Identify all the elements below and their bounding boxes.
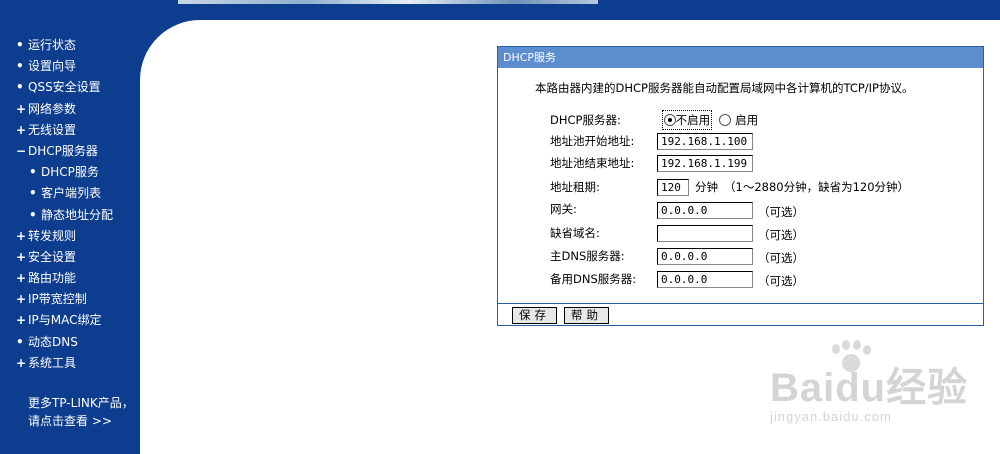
sidebar-item-label: 客户端列表 xyxy=(41,186,102,201)
option-disable[interactable]: 不启用 xyxy=(661,110,713,130)
sidebar-item-label: 转发规则 xyxy=(28,228,77,243)
banner-image xyxy=(178,0,598,4)
help-button[interactable]: 帮助 xyxy=(564,307,609,324)
end-address-row: 地址池结束地址: xyxy=(550,154,658,172)
sidebar-item-marker: + xyxy=(16,101,27,116)
sidebar-item-label: 运行状态 xyxy=(28,38,77,52)
watermark-brand: Baidu经验 xyxy=(770,366,969,410)
sidebar-item-marker: • xyxy=(29,165,37,180)
sidebar-item-marker: + xyxy=(16,355,27,370)
sidebar-item[interactable]: − DHCP服务器 xyxy=(16,141,113,162)
sidebar-item-label: 安全设置 xyxy=(28,249,77,264)
sidebar-item-marker: • xyxy=(16,38,24,52)
dns1-row: 主DNS服务器: xyxy=(550,247,658,265)
sidebar-item-marker: + xyxy=(16,313,27,328)
dns1-input[interactable]: 0.0.0.0 xyxy=(657,248,753,265)
save-button[interactable]: 保存 xyxy=(512,307,557,324)
domain-input[interactable] xyxy=(657,225,753,242)
watermark-url: jingyan.baidu.com xyxy=(770,409,892,424)
panel-divider xyxy=(498,303,983,304)
sidebar-item-marker: + xyxy=(16,292,27,307)
domain-optional: （可选） xyxy=(758,228,804,242)
more-products-text: 更多TP-LINK产品， xyxy=(28,396,134,410)
radio-enable[interactable] xyxy=(719,114,732,126)
lease-label: 地址租期: xyxy=(550,180,600,194)
sidebar-item-marker: + xyxy=(16,228,27,243)
radio-disable[interactable] xyxy=(663,114,676,126)
sidebar-item-label: 静态地址分配 xyxy=(41,207,114,222)
sidebar-item-marker: • xyxy=(29,186,37,201)
sidebar-item[interactable]: + IP与MAC绑定 xyxy=(16,310,113,331)
domain-row: 缺省域名: xyxy=(550,224,658,242)
gateway-optional: （可选） xyxy=(758,205,804,219)
sidebar-item-label: IP与MAC绑定 xyxy=(28,313,102,328)
sidebar-item[interactable]: + 网络参数 xyxy=(16,99,113,120)
sidebar-item-label: 路由功能 xyxy=(28,271,77,286)
panel-description: 本路由器内建的DHCP服务器能自动配置局域网中各计算机的TCP/IP协议。 xyxy=(535,81,914,95)
sidebar-item-marker: + xyxy=(16,271,27,286)
option-disable-label: 不启用 xyxy=(675,113,711,127)
sidebar-item[interactable]: • 动态DNS xyxy=(16,332,113,353)
end-address-label: 地址池结束地址: xyxy=(550,156,635,170)
dns1-optional: （可选） xyxy=(758,251,804,265)
lease-input[interactable]: 120 xyxy=(657,179,689,196)
more-products-link[interactable]: 请点击查看 >> xyxy=(28,412,134,430)
panel-title: DHCP服务 xyxy=(498,47,983,68)
dhcp-server-row: DHCP服务器: 不启用 启用 xyxy=(550,110,759,130)
sidebar-item-label: 动态DNS xyxy=(28,334,78,349)
sidebar-item-label: DHCP服务 xyxy=(41,165,99,180)
sidebar-item-marker: − xyxy=(16,143,27,158)
sidebar-item-marker: • xyxy=(16,59,24,74)
sidebar-item[interactable]: + 路由功能 xyxy=(16,268,113,289)
sidebar-item-label: IP带宽控制 xyxy=(28,292,87,307)
dns2-optional: （可选） xyxy=(758,274,804,288)
sidebar-item-label: 无线设置 xyxy=(28,122,77,137)
content-curve xyxy=(140,20,260,140)
sidebar-item-marker: + xyxy=(16,249,27,264)
sidebar-item-label: 网络参数 xyxy=(28,101,77,116)
domain-label: 缺省域名: xyxy=(550,226,600,240)
sidebar-item[interactable]: + 安全设置 xyxy=(16,247,113,268)
sidebar-item[interactable]: • DHCP服务 xyxy=(16,162,113,183)
watermark: Baidu经验 jingyan.baidu.com xyxy=(770,355,968,424)
sidebar-menu: • 运行状态 • 设置向导 • QSS安全设置 + 网络参数 + 无线设置 − DHCP服务器 • DHC… xyxy=(16,35,113,374)
gateway-row: 网关: xyxy=(550,200,658,218)
dhcp-panel: DHCP服务 本路由器内建的DHCP服务器能自动配置局域网中各计算机的TCP/I… xyxy=(497,46,984,326)
dns1-label: 主DNS服务器: xyxy=(550,249,625,263)
sidebar-item-marker: • xyxy=(16,334,24,349)
end-address-input[interactable]: 192.168.1.199 xyxy=(657,155,753,172)
sidebar-item[interactable]: + 无线设置 xyxy=(16,120,113,141)
lease-hint: （1～2880分钟，缺省为120分钟） xyxy=(724,180,910,194)
sidebar-item-label: QSS安全设置 xyxy=(28,80,101,95)
start-address-label: 地址池开始地址: xyxy=(550,134,635,148)
sidebar-item-marker: + xyxy=(16,122,27,137)
option-enable-label: 启用 xyxy=(735,113,759,127)
sidebar-item[interactable]: + 转发规则 xyxy=(16,226,113,247)
sidebar-item[interactable]: • 客户端列表 xyxy=(16,183,113,204)
gateway-input[interactable]: 0.0.0.0 xyxy=(657,202,753,219)
lease-unit: 分钟 xyxy=(695,180,718,194)
sidebar-item[interactable]: • 运行状态 xyxy=(16,35,113,56)
more-products: 更多TP-LINK产品， 请点击查看 >> xyxy=(28,394,134,430)
sidebar-item-marker: • xyxy=(16,80,24,95)
sidebar-item[interactable]: • 设置向导 xyxy=(16,56,113,77)
sidebar-item-marker: • xyxy=(29,207,37,222)
start-address-row: 地址池开始地址: xyxy=(550,132,658,150)
start-address-input[interactable]: 192.168.1.100 xyxy=(657,133,753,150)
sidebar-item[interactable]: + 系统工具 xyxy=(16,353,113,374)
lease-row: 地址租期: xyxy=(550,178,658,196)
dhcp-server-label: DHCP服务器: xyxy=(550,113,621,127)
sidebar-item[interactable]: • 静态地址分配 xyxy=(16,205,113,226)
sidebar-item-label: 设置向导 xyxy=(28,59,77,74)
dns2-label: 备用DNS服务器: xyxy=(550,272,637,286)
sidebar-item[interactable]: + IP带宽控制 xyxy=(16,289,113,310)
dns2-row: 备用DNS服务器: xyxy=(550,270,658,288)
sidebar-item[interactable]: • QSS安全设置 xyxy=(16,77,113,98)
gateway-label: 网关: xyxy=(550,202,577,216)
dns2-input[interactable]: 0.0.0.0 xyxy=(657,271,753,288)
sidebar-item-label: DHCP服务器 xyxy=(28,143,98,158)
sidebar-item-label: 系统工具 xyxy=(28,355,77,370)
